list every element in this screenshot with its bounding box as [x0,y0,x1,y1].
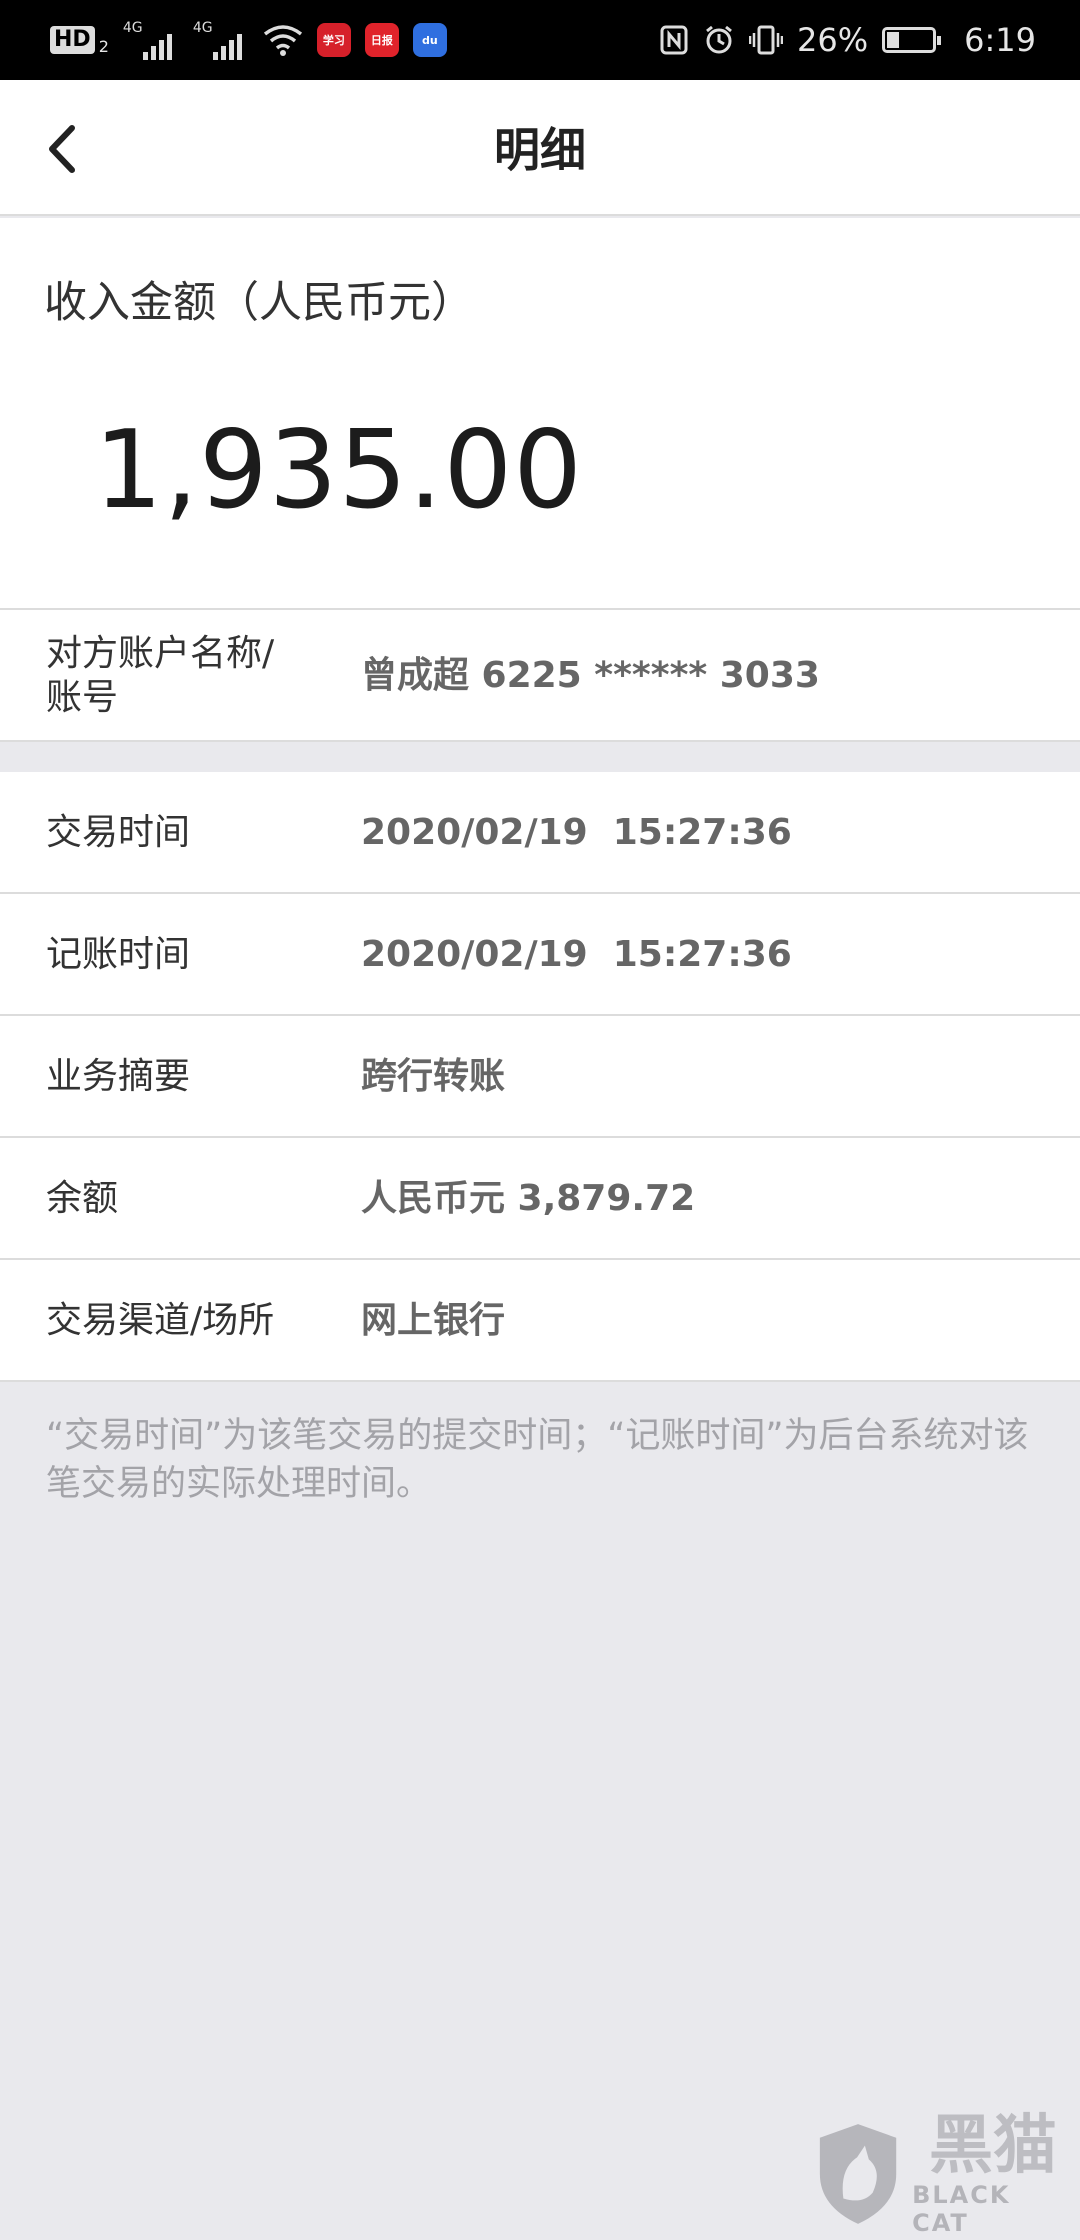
hd-sub-label: 2 [98,36,109,56]
baidu-app-icon: du [412,23,447,57]
chevron-left-icon [49,125,75,173]
status-time: 6:19 [964,21,1036,59]
sim1-network-label: 4G [122,20,143,36]
detail-value: 网上银行 [361,1300,506,1341]
detail-row-counterparty: 对方账户名称/ 账号 曾成超 6225 ****** 3033 [0,610,1080,742]
status-bar-left: HD 2 4G 4G 学习 日报 du [50,20,447,60]
status-bar-right: 26% 6:19 [659,21,1036,59]
battery-percent: 26% [797,21,869,59]
detail-value: 2020/02/19 15:27:36 [361,934,792,975]
detail-label: 余额 [46,1178,119,1219]
page-title: 明细 [494,123,586,177]
hd-voice-icon: HD [50,26,95,54]
detail-label: 业务摘要 [46,1056,191,1097]
nav-bar: 明细 [0,80,1080,216]
detail-label: 对方账户名称/ 账号 [46,633,275,718]
amount-value: 1,935.00 [94,408,583,533]
sim1-signal-icon: 4G [123,20,179,60]
detail-row-summary: 业务摘要 跨行转账 [0,1016,1080,1138]
detail-label: 记账时间 [46,934,191,975]
detail-value: 人民币元 3,879.72 [361,1178,696,1219]
sim2-network-label: 4G [192,20,213,36]
back-button[interactable] [26,114,96,184]
vibrate-icon [749,25,784,55]
detail-row-balance: 余额 人民币元 3,879.72 [0,1138,1080,1260]
battery-icon [882,27,942,53]
news-app-icon: 日报 [364,23,399,57]
detail-row-transaction-time: 交易时间 2020/02/19 15:27:36 [0,772,1080,894]
status-bar: HD 2 4G 4G 学习 日报 du 26% 6:19 [0,0,1080,80]
detail-value: 2020/02/19 15:27:36 [361,812,792,853]
detail-value: 跨行转账 [361,1056,506,1097]
alarm-icon [706,25,732,54]
black-cat-shield-icon [819,2124,897,2224]
footnote-text: “交易时间”为该笔交易的提交时间；“记账时间”为后台系统对该笔交易的实际处理时间… [46,1416,1029,1504]
detail-value: 曾成超 6225 ****** 3033 [361,655,820,696]
wifi-icon [263,25,302,56]
study-app-icon: 学习 [316,23,351,57]
watermark-text: 黑猫 BLACK CAT [912,2111,1074,2237]
watermark-cn: 黑猫 [929,2109,1058,2183]
detail-label: 交易渠道/场所 [46,1300,275,1341]
sim2-signal-icon: 4G [193,20,249,60]
amount-card: 收入金额（人民币元） 1,935.00 [0,218,1080,610]
black-cat-watermark: 黑猫 BLACK CAT [814,2111,1074,2237]
detail-row-channel: 交易渠道/场所 网上银行 [0,1260,1080,1382]
detail-label: 交易时间 [46,812,191,853]
nfc-icon [660,25,688,55]
section-gap [0,742,1080,772]
amount-label: 收入金额（人民币元） [44,278,474,328]
detail-row-posting-time: 记账时间 2020/02/19 15:27:36 [0,894,1080,1016]
watermark-en: BLACK CAT [912,2181,1011,2237]
